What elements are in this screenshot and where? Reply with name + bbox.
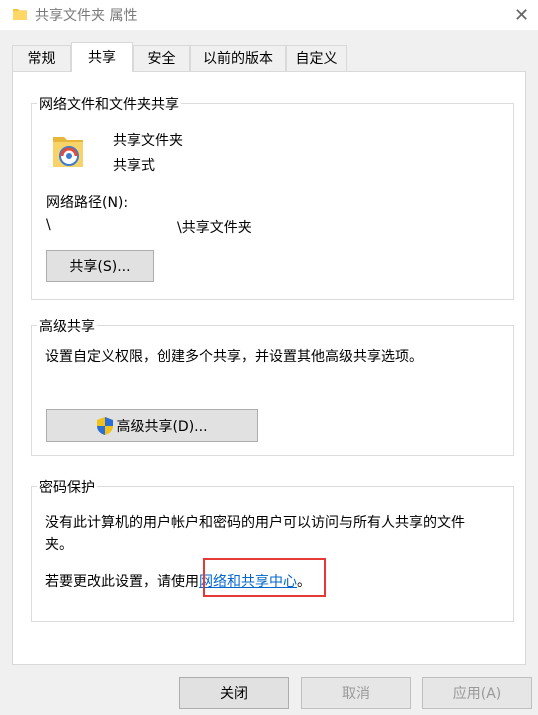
- close-icon: ✕: [513, 4, 530, 26]
- tab-label: 以前的版本: [203, 51, 273, 67]
- apply-button[interactable]: 应用(A): [422, 677, 532, 709]
- password-protection-legend: 密码保护: [37, 477, 97, 497]
- password-description-line1: 没有此计算机的用户帐户和密码的用户可以访问与所有人共享的文件: [45, 515, 465, 531]
- share-button[interactable]: 共享(S)...: [46, 250, 154, 282]
- tab-label: 自定义: [295, 51, 338, 67]
- uac-shield-icon: [97, 416, 114, 435]
- network-path-label: 网络路径(N):: [46, 195, 129, 211]
- apply-button-label: 应用(A): [452, 686, 502, 702]
- tab-label: 安全: [147, 51, 176, 67]
- link-highlight-box: [203, 558, 326, 597]
- advanced-sharing-button[interactable]: 高级共享(D)...: [46, 409, 258, 442]
- window-title: 共享文件夹 属性: [35, 8, 138, 24]
- password-description-line2: 夹。: [45, 537, 73, 553]
- cancel-button[interactable]: 取消: [301, 677, 411, 709]
- folder-icon: [13, 9, 27, 20]
- advanced-sharing-description: 设置自定义权限，创建多个共享，并设置其他高级共享选项。: [45, 349, 423, 365]
- network-path-prefix: \: [46, 217, 51, 233]
- close-button[interactable]: ✕: [505, 0, 538, 30]
- password-protection-group: [31, 486, 514, 622]
- tab-label: 共享: [88, 50, 116, 66]
- tab-customize[interactable]: 自定义: [286, 45, 347, 71]
- network-sharing-legend: 网络文件和文件夹共享: [37, 94, 181, 114]
- tab-label: 常规: [27, 51, 56, 67]
- cancel-button-label: 取消: [342, 686, 370, 702]
- close-dialog-button[interactable]: 关闭: [179, 677, 289, 709]
- share-status: 共享式: [113, 158, 155, 174]
- tab-sharing[interactable]: 共享: [71, 42, 133, 72]
- shared-folder-icon: [53, 137, 83, 167]
- network-path-suffix: \共享文件夹: [177, 220, 252, 236]
- advanced-sharing-legend: 高级共享: [37, 316, 97, 336]
- tab-security[interactable]: 安全: [133, 45, 190, 71]
- tab-general[interactable]: 常规: [12, 45, 71, 71]
- tab-previous-versions[interactable]: 以前的版本: [190, 45, 286, 71]
- change-setting-prefix: 若要更改此设置，请使用: [45, 574, 199, 590]
- title-bar: 共享文件夹 属性 ✕: [0, 0, 538, 30]
- share-button-label: 共享(S)...: [69, 259, 131, 275]
- close-dialog-button-label: 关闭: [220, 686, 248, 702]
- advanced-sharing-button-label: 高级共享(D)...: [116, 418, 208, 435]
- folder-name: 共享文件夹: [113, 133, 183, 149]
